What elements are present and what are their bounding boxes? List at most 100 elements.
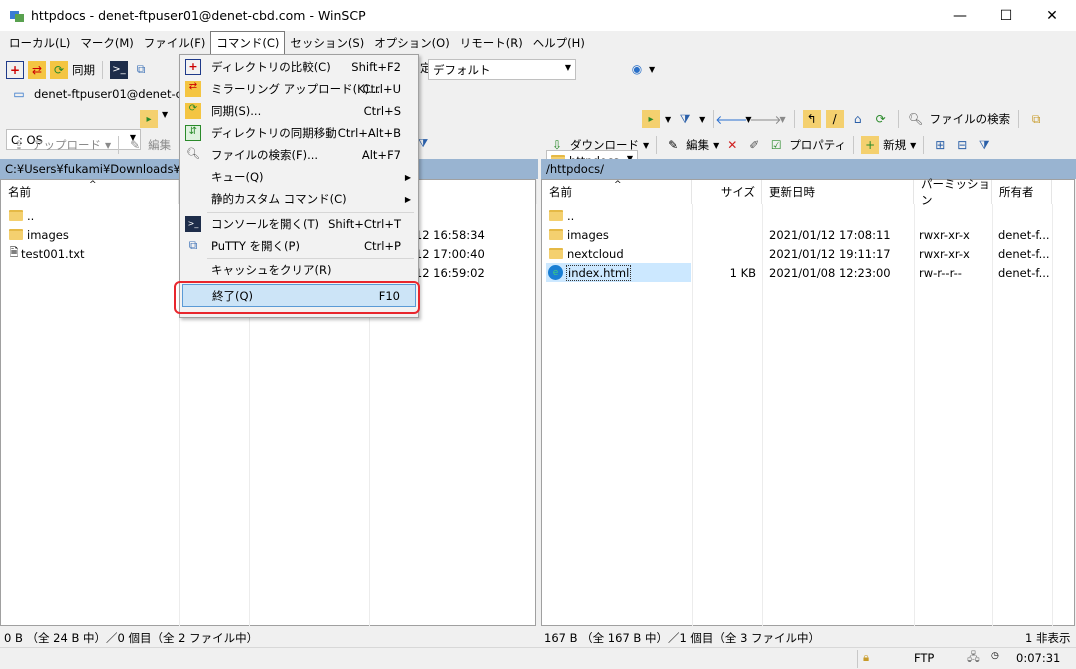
- row-date: 2021/01/12 19:11:17: [769, 246, 891, 261]
- menu-local[interactable]: ローカル(L): [4, 32, 75, 54]
- menu-item-label: PuTTY を開く(P): [211, 239, 300, 253]
- transfer-settings-combo[interactable]: デフォルト ▼: [428, 59, 576, 80]
- menu-file[interactable]: ファイル(F): [139, 32, 211, 54]
- menu-item-mirror-upload[interactable]: ⇄ ミラーリング アップロード(K)... Ctrl+U: [182, 78, 416, 100]
- putty-icon[interactable]: ⧉: [132, 61, 150, 79]
- transfer-settings-value: デフォルト: [433, 62, 491, 77]
- filter-icon[interactable]: ⧩: [676, 110, 694, 128]
- find-files-icon[interactable]: 🔍︎: [907, 110, 925, 128]
- maximize-button[interactable]: ☐: [983, 0, 1029, 31]
- title-bar: httpdocs - denet-ftpuser01@denet-cbd.com…: [0, 0, 1076, 31]
- toolbar-separator: [923, 136, 925, 154]
- upload-icon[interactable]: ⇪: [10, 136, 28, 154]
- forward-arrow-icon[interactable]: 🡒: [749, 110, 781, 128]
- local-nav-toolbar: ▸ ▼: [140, 110, 168, 128]
- compare-directories-icon[interactable]: +: [6, 60, 24, 79]
- chevron-down-icon[interactable]: ▼: [699, 115, 705, 124]
- chevron-down-icon[interactable]: ▼: [713, 141, 719, 150]
- delete-icon[interactable]: ✕: [723, 136, 741, 154]
- properties-button[interactable]: プロパティ: [789, 137, 846, 153]
- root-directory-icon[interactable]: /: [825, 110, 844, 128]
- parent-directory-icon[interactable]: ↰: [802, 110, 821, 128]
- edit-icon[interactable]: ✎: [126, 136, 144, 154]
- table-row[interactable]: nextcloud 2021/01/12 19:11:17 rwxr-xr-x …: [542, 244, 1074, 263]
- toolbar-separator: [853, 136, 855, 154]
- menu-item-sync-browse[interactable]: ⇵ ディレクトリの同期移動 Ctrl+Alt+B: [182, 122, 416, 144]
- table-row-selected[interactable]: e index.html 1 KB 2021/01/08 12:23:00 rw-…: [542, 263, 1074, 282]
- row-permissions: rwxr-xr-x: [919, 246, 970, 261]
- minimize-button[interactable]: —: [937, 0, 983, 31]
- upload-button[interactable]: アップロード: [32, 137, 101, 153]
- session-tab[interactable]: denet-ftpuser01@denet-cbd: [34, 87, 197, 101]
- menu-item-synchronize[interactable]: ⟳ 同期(S)... Ctrl+S: [182, 100, 416, 122]
- menu-command[interactable]: コマンド(C): [210, 31, 286, 55]
- edit-button[interactable]: 編集: [686, 137, 709, 153]
- column-size-label: サイズ: [720, 185, 755, 199]
- open-folder-icon[interactable]: ▸: [140, 110, 158, 128]
- chevron-down-icon[interactable]: ▼: [665, 115, 671, 124]
- remote-file-toolbar: ⇩ ダウンロード ▼ ✎ 編集 ▼ ✕ ✐ ☑ プロパティ + 新規 ▼ ⊞ ⊟…: [548, 136, 993, 154]
- column-header-changed[interactable]: 更新日時: [762, 180, 914, 204]
- hidden-files-count[interactable]: 1 非表示: [1025, 630, 1070, 646]
- chevron-down-icon[interactable]: ▼: [779, 115, 785, 124]
- download-button[interactable]: ダウンロード: [570, 137, 639, 153]
- menu-options[interactable]: オプション(O): [369, 32, 455, 54]
- console-icon[interactable]: >_: [110, 60, 128, 79]
- open-folder-icon[interactable]: ▸: [642, 110, 660, 128]
- unselect-files-icon[interactable]: ⊟: [953, 136, 971, 154]
- home-icon[interactable]: ⌂: [849, 110, 867, 128]
- column-changed-label: 更新日時: [769, 185, 815, 199]
- close-button[interactable]: ✕: [1029, 0, 1075, 31]
- filter-icon[interactable]: ⧩: [418, 136, 428, 151]
- remote-path[interactable]: /httpdocs/: [546, 162, 604, 176]
- sync-button-label[interactable]: 同期: [72, 62, 95, 78]
- edit-button[interactable]: 編集: [148, 137, 171, 153]
- new-button[interactable]: 新規: [883, 137, 906, 153]
- chevron-down-icon[interactable]: ▼: [162, 110, 168, 128]
- sort-asc-icon: ^: [614, 180, 622, 190]
- select-files-icon[interactable]: ⊞: [931, 136, 949, 154]
- menu-item-find-files[interactable]: 🔍︎ ファイルの検索(F)... Alt+F7: [182, 144, 416, 166]
- row-name-cell: images: [549, 225, 609, 244]
- find-files-button[interactable]: ファイルの検索: [930, 111, 1011, 127]
- menu-item-label: コンソールを開く(T): [211, 217, 319, 231]
- menu-mark[interactable]: マーク(M): [75, 32, 138, 54]
- menu-remote[interactable]: リモート(R): [455, 32, 528, 54]
- globe-icon[interactable]: ◉: [628, 60, 646, 78]
- menu-item-shortcut: Shift+F2: [351, 60, 401, 74]
- new-folder-icon[interactable]: +: [861, 136, 880, 154]
- refresh-icon[interactable]: ⟳: [872, 110, 890, 128]
- column-header-permissions[interactable]: パーミッション: [914, 177, 992, 207]
- menu-item-queue[interactable]: キュー(Q) ▶: [182, 166, 416, 188]
- back-arrow-icon[interactable]: 🡐: [715, 110, 747, 128]
- menu-item-shortcut: Alt+F7: [361, 148, 401, 162]
- chevron-down-icon[interactable]: ▼: [643, 141, 649, 150]
- menu-item-open-putty[interactable]: ⧉ PuTTY を開く(P) Ctrl+P: [182, 235, 416, 257]
- menu-item-clear-cache[interactable]: キャッシュをクリア(R): [182, 259, 416, 281]
- folder-icon: [549, 248, 563, 259]
- row-name-cell: e index.html: [546, 263, 691, 282]
- table-row[interactable]: images 2021/01/12 17:08:11 rwxr-xr-x den…: [542, 225, 1074, 244]
- menu-item-open-console[interactable]: >_ コンソールを開く(T) Shift+Ctrl+T: [182, 213, 416, 235]
- column-header-owner[interactable]: 所有者: [992, 180, 1052, 204]
- column-header-size[interactable]: サイズ: [692, 180, 762, 204]
- chevron-down-icon[interactable]: ▼: [105, 141, 111, 150]
- properties-icon[interactable]: ☑: [767, 136, 785, 154]
- filter-icon[interactable]: ⧩: [975, 136, 993, 154]
- menu-item-label: 静的カスタム コマンド(C): [211, 192, 347, 206]
- chevron-down-icon[interactable]: ▼: [649, 65, 655, 74]
- download-icon[interactable]: ⇩: [548, 136, 566, 154]
- tree-view-icon[interactable]: ⧉: [1027, 110, 1045, 128]
- synchronize-browse-icon[interactable]: ⇄: [28, 60, 46, 79]
- local-path[interactable]: C:¥Users¥fukami¥Downloads¥htt: [5, 162, 197, 176]
- rename-icon[interactable]: ✐: [745, 136, 763, 154]
- edit-icon[interactable]: ✎: [664, 136, 682, 154]
- chevron-down-icon[interactable]: ▼: [910, 141, 916, 150]
- synchronize-icon[interactable]: ⟳: [50, 60, 68, 79]
- menu-item-compare-directories[interactable]: + ディレクトリの比較(C) Shift+F2: [182, 56, 416, 78]
- menu-item-static-custom-commands[interactable]: 静的カスタム コマンド(C) ▶: [182, 188, 416, 210]
- menu-help[interactable]: ヘルプ(H): [528, 32, 590, 54]
- table-row[interactable]: ..: [542, 206, 1074, 225]
- menu-session[interactable]: セッション(S): [285, 32, 369, 54]
- remote-file-list[interactable]: 名前 ^ サイズ 更新日時 パーミッション 所有者 .. images 2021…: [541, 177, 1075, 626]
